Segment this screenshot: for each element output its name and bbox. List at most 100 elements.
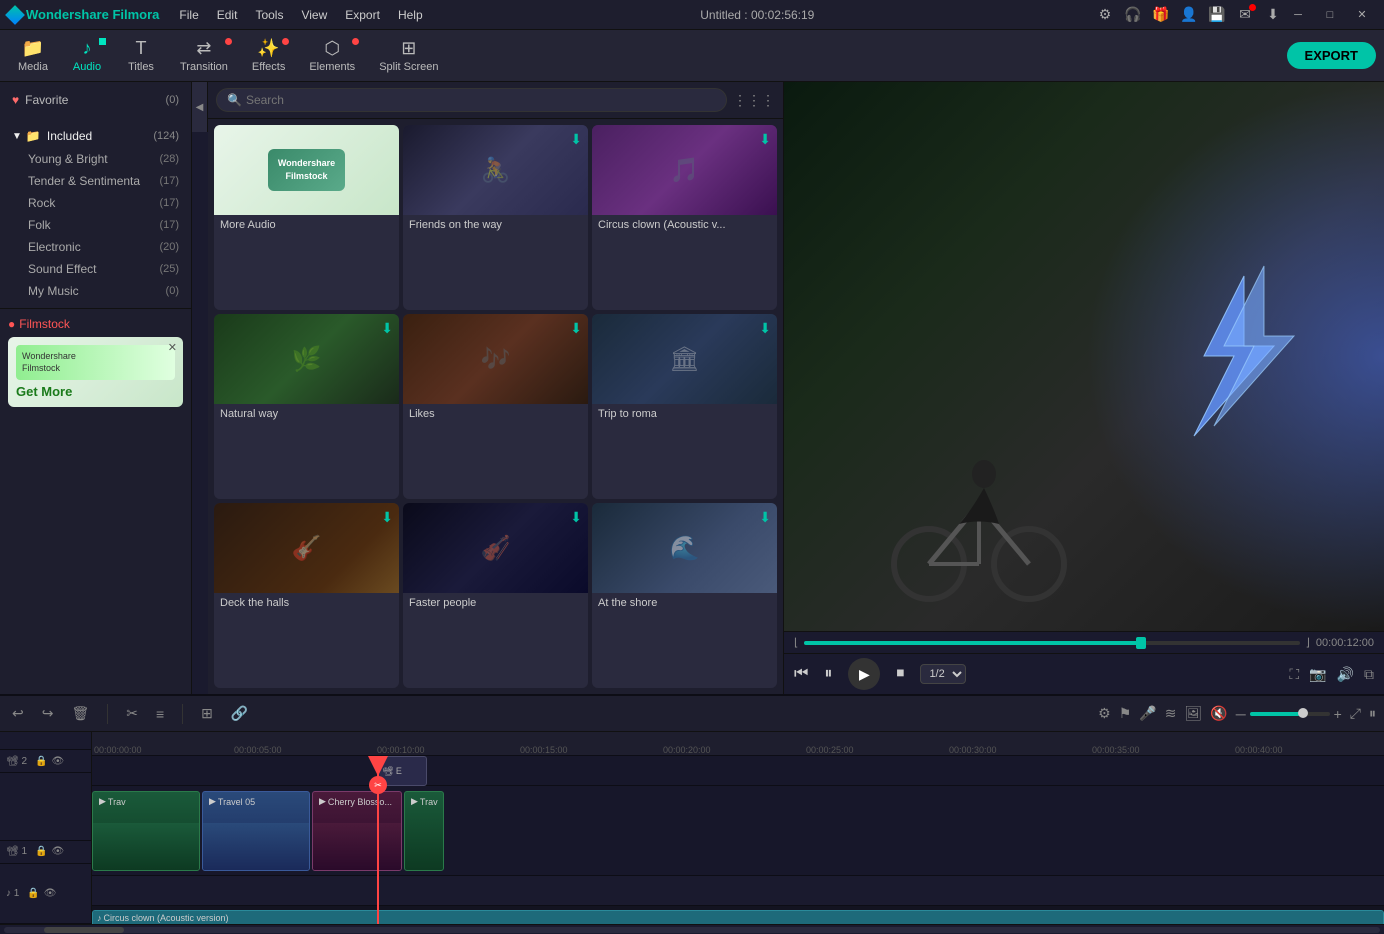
audio1-eye-icon[interactable]: 👁: [44, 888, 57, 899]
sub-item-folk[interactable]: Folk (17): [20, 214, 191, 236]
timeline-toolbar: ↩ ↪ 🗑 ✂ ≡ ⊞ 🔗 ⚙ ⚑ 🎤 ≋ 🖼 🔇 ─ + ⤢ ⏸: [0, 696, 1384, 732]
menu-tools[interactable]: Tools: [247, 6, 291, 24]
audio1-lock-icon[interactable]: 🔒: [27, 888, 39, 899]
menu-file[interactable]: File: [171, 6, 206, 24]
audio-card-more[interactable]: WondershareFilmstock More Audio: [214, 125, 399, 310]
stop-button[interactable]: ⏹: [896, 665, 904, 683]
mute-icon[interactable]: 🔇: [1210, 705, 1227, 722]
sub-item-mymusic[interactable]: My Music (0): [20, 280, 191, 302]
search-input[interactable]: [246, 93, 716, 107]
sub-item-young[interactable]: Young & Bright (28): [20, 148, 191, 170]
settings-icon[interactable]: ⚙: [1094, 4, 1116, 26]
mail-icon[interactable]: ✉: [1234, 4, 1256, 26]
track1-eye-icon[interactable]: 👁: [52, 846, 65, 857]
track-labels: 📽 2 🔒 👁 📽 1 🔒 👁 ♪ 1 🔒 👁: [0, 732, 92, 924]
rewind-button[interactable]: ⏮: [794, 665, 808, 683]
menu-bar: File Edit Tools View Export Help: [171, 6, 430, 24]
progress-bar[interactable]: [804, 641, 1299, 645]
audio-clip[interactable]: ♪ Circus clown (Acoustic version): [92, 910, 1384, 924]
pause-icon[interactable]: ⏸: [1369, 705, 1376, 722]
sub-item-rock[interactable]: Rock (17): [20, 192, 191, 214]
video-clip-travel1[interactable]: ▶Trav: [92, 791, 200, 871]
image-overlay-icon[interactable]: 🖼: [1184, 705, 1202, 722]
close-button[interactable]: ✕: [1348, 5, 1376, 25]
time-end-bracket: ⌋: [1306, 636, 1310, 649]
play-button[interactable]: ▶: [848, 658, 880, 690]
audio-card-trip[interactable]: 🏛 ⬇ Trip to roma: [592, 314, 777, 499]
delete-button[interactable]: 🗑: [67, 703, 93, 724]
snapshot-icon[interactable]: 📷: [1309, 666, 1326, 683]
person-icon[interactable]: 👤: [1178, 4, 1200, 26]
filmstock-close-button[interactable]: ✕: [168, 341, 177, 354]
titles-button[interactable]: T Titles: [116, 34, 166, 78]
sub-item-tender[interactable]: Tender & Sentimenta (17): [20, 170, 191, 192]
mic-icon[interactable]: 🎤: [1139, 705, 1156, 722]
scrollbar-thumb[interactable]: [44, 927, 124, 933]
menu-edit[interactable]: Edit: [209, 6, 246, 24]
progress-fill: [804, 641, 1141, 645]
track1-lock-icon[interactable]: 🔒: [35, 846, 47, 857]
flag-icon[interactable]: ⚑: [1119, 705, 1132, 722]
fit-timeline-icon[interactable]: ⤢: [1350, 705, 1361, 722]
audio-card-circus[interactable]: 🎵 ⬇ Circus clown (Acoustic v...: [592, 125, 777, 310]
filmstock-section: ● Filmstock ✕ WondershareFilmstock Get M…: [0, 308, 191, 415]
track2-lock-icon[interactable]: 🔒: [35, 756, 47, 767]
search-icon: 🔍: [227, 93, 242, 107]
menu-help[interactable]: Help: [390, 6, 431, 24]
zoom-out-icon[interactable]: ─: [1236, 706, 1246, 722]
add-track-icon[interactable]: ⊞: [197, 703, 217, 724]
menu-export[interactable]: Export: [337, 6, 388, 24]
media-button[interactable]: 📁 Media: [8, 34, 58, 78]
transition-btn-wrap: ⇄ Transition: [170, 34, 238, 78]
pause-frame-button[interactable]: ⏸: [824, 665, 832, 683]
sound-wave-icon[interactable]: ≋: [1165, 705, 1177, 722]
redo-button[interactable]: ↪: [38, 703, 58, 724]
track2-eye-icon[interactable]: 👁: [52, 756, 65, 767]
included-count: (124): [153, 130, 179, 142]
export-button[interactable]: EXPORT: [1287, 42, 1376, 69]
video-clip-travel2[interactable]: ▶Travel 05: [202, 791, 310, 871]
volume-icon[interactable]: 🔊: [1337, 666, 1354, 683]
fullscreen-icon[interactable]: ⛶: [1289, 666, 1299, 683]
pip-icon[interactable]: ⧉: [1364, 666, 1374, 683]
audio-card-deck[interactable]: 🎸 ⬇ Deck the halls: [214, 503, 399, 688]
audio-card-faster[interactable]: 🎻 ⬇ Faster people: [403, 503, 588, 688]
sub-item-soundeffect-count: (25): [159, 263, 179, 275]
minimize-button[interactable]: ─: [1284, 5, 1312, 25]
scrollbar-track[interactable]: [4, 927, 1380, 933]
undo-button[interactable]: ↩: [8, 703, 28, 724]
sub-item-soundeffect[interactable]: Sound Effect (25): [20, 258, 191, 280]
download-icon[interactable]: ⬇: [1262, 4, 1284, 26]
included-item[interactable]: ▼ 📁 Included (124): [0, 124, 191, 148]
all-tracks: ✂ 📽 E ▶Trav ▶Trav: [92, 756, 1384, 924]
split-screen-icon: ⊞: [401, 38, 416, 59]
timeline-settings-icon[interactable]: ⚙: [1098, 705, 1111, 722]
grid-options-icon[interactable]: ⋮⋮⋮: [733, 92, 775, 109]
video-clip-cherry[interactable]: ▶Cherry Blosso...: [312, 791, 402, 871]
audio-card-natural[interactable]: 🌿 ⬇ Natural way: [214, 314, 399, 499]
page-select[interactable]: 1/2 2/2: [920, 664, 966, 684]
get-more-label[interactable]: Get More: [16, 384, 175, 399]
sub-item-electronic[interactable]: Electronic (20): [20, 236, 191, 258]
headphone-icon[interactable]: 🎧: [1122, 4, 1144, 26]
split-screen-button[interactable]: ⊞ Split Screen: [369, 34, 448, 78]
maximize-button[interactable]: □: [1316, 5, 1344, 25]
save-icon[interactable]: 💾: [1206, 4, 1228, 26]
tracks-area: 00:00:00:00 00:00:05:00 00:00:10:00 00:0…: [92, 732, 1384, 924]
favorite-item[interactable]: ♥ Favorite (0): [0, 88, 191, 112]
audio-card-shore[interactable]: 🌊 ⬇ At the shore: [592, 503, 777, 688]
progress-thumb[interactable]: [1136, 637, 1146, 649]
adjust-button[interactable]: ≡: [152, 704, 168, 724]
zoom-slider[interactable]: [1250, 712, 1330, 716]
panel-collapse-button[interactable]: ◀: [192, 82, 208, 132]
circus-label: Circus clown (Acoustic v...: [592, 215, 777, 235]
audio-card-likes[interactable]: 🎶 ⬇ Likes: [403, 314, 588, 499]
link-icon[interactable]: 🔗: [227, 703, 252, 724]
menu-view[interactable]: View: [293, 6, 335, 24]
gift-icon[interactable]: 🎁: [1150, 4, 1172, 26]
audio-card-friends[interactable]: 🚴 ⬇ Friends on the way: [403, 125, 588, 310]
zoom-in-icon[interactable]: +: [1334, 706, 1342, 722]
cut-button[interactable]: ✂: [122, 703, 142, 724]
clip-cherry-label: ▶Cherry Blosso...: [315, 794, 396, 809]
video-clip-travel3[interactable]: ▶Trav: [404, 791, 444, 871]
